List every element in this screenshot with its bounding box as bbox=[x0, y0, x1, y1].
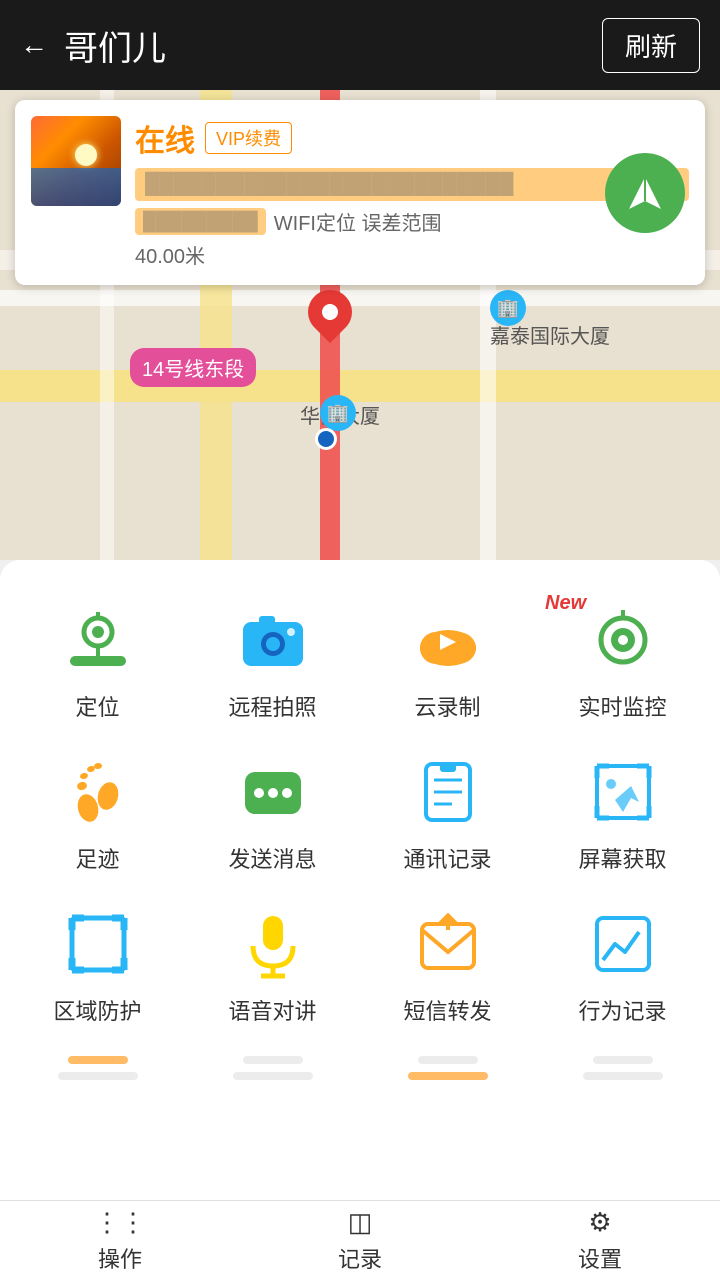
grid-item-location[interactable]: 定位 bbox=[10, 580, 185, 732]
behavior-record-icon bbox=[583, 904, 663, 984]
nav-item-record[interactable]: ◫ 记录 bbox=[240, 1207, 480, 1274]
settings-label: 设置 bbox=[578, 1242, 622, 1274]
nav-button[interactable] bbox=[605, 153, 685, 233]
back-button[interactable]: ← bbox=[20, 29, 48, 61]
nav-item-settings[interactable]: ⚙ 设置 bbox=[480, 1207, 720, 1274]
user-avatar bbox=[31, 116, 121, 206]
accuracy-label: 40.00米 bbox=[135, 240, 689, 269]
comm-record-icon bbox=[408, 752, 488, 832]
zone-protect-label: 区域防护 bbox=[53, 994, 141, 1026]
send-message-label: 发送消息 bbox=[228, 842, 316, 874]
header: ← 哥们儿 刷新 bbox=[0, 0, 720, 90]
page-title: 哥们儿 bbox=[64, 21, 602, 70]
grid-item-sms-forward[interactable]: 短信转发 bbox=[360, 884, 535, 1036]
location-label: 定位 bbox=[75, 690, 119, 722]
vip-badge[interactable]: VIP续费 bbox=[205, 122, 292, 154]
record-label: 记录 bbox=[338, 1242, 382, 1274]
sms-forward-label: 短信转发 bbox=[403, 994, 491, 1026]
record-icon: ◫ bbox=[348, 1207, 373, 1238]
wifi-label: WIFI定位 误差范围 bbox=[274, 207, 442, 236]
voice-intercom-label: 语音对讲 bbox=[228, 994, 316, 1026]
feature-grid: 定位 远程拍照 bbox=[0, 560, 720, 1056]
microphone-icon bbox=[233, 904, 313, 984]
sms-forward-icon bbox=[408, 904, 488, 984]
grid-item-screen-capture[interactable]: 屏幕获取 bbox=[535, 732, 710, 884]
grid-item-cloud-record[interactable]: 云录制 bbox=[360, 580, 535, 732]
metro-badge: 14号线东段 bbox=[130, 348, 256, 387]
behavior-record-label: 行为记录 bbox=[578, 994, 666, 1026]
operation-icon: ⋮⋮ bbox=[94, 1207, 146, 1238]
monitor-icon bbox=[583, 600, 663, 680]
bottom-nav: ⋮⋮ 操作 ◫ 记录 ⚙ 设置 bbox=[0, 1200, 720, 1280]
bottom-panel: 定位 远程拍照 bbox=[0, 560, 720, 1200]
online-status: 在线 bbox=[135, 116, 195, 160]
map-area: 民口报社 宿舍北区 北京联合大学 商务学院 人民日报社 嘉泰国际大厦 华商大厦 … bbox=[0, 90, 720, 560]
settings-icon: ⚙ bbox=[588, 1207, 611, 1238]
sub-address-bar: █████████ bbox=[135, 208, 266, 235]
footprint-icon bbox=[58, 752, 138, 832]
message-icon bbox=[233, 752, 313, 832]
operation-label: 操作 bbox=[98, 1242, 142, 1274]
footprint-label: 足迹 bbox=[75, 842, 119, 874]
grid-item-realtime-monitor[interactable]: New 实时监控 bbox=[535, 580, 710, 732]
zone-protect-icon bbox=[58, 904, 138, 984]
realtime-monitor-label: 实时监控 bbox=[578, 690, 666, 722]
new-badge-monitor: New bbox=[545, 592, 586, 615]
nav-item-operation[interactable]: ⋮⋮ 操作 bbox=[0, 1207, 240, 1274]
info-card: 在线 VIP续费 ██████████████████████████ ████… bbox=[15, 100, 705, 285]
grid-item-behavior-record[interactable]: 行为记录 bbox=[535, 884, 710, 1036]
grid-item-footprint[interactable]: 足迹 bbox=[10, 732, 185, 884]
comm-record-label: 通讯记录 bbox=[403, 842, 491, 874]
remote-photo-label: 远程拍照 bbox=[228, 690, 316, 722]
grid-item-remote-photo[interactable]: 远程拍照 bbox=[185, 580, 360, 732]
refresh-button[interactable]: 刷新 bbox=[602, 18, 700, 73]
grid-item-comm-record[interactable]: 通讯记录 bbox=[360, 732, 535, 884]
grid-item-voice-intercom[interactable]: 语音对讲 bbox=[185, 884, 360, 1036]
cloud-record-icon bbox=[408, 600, 488, 680]
screen-capture-icon bbox=[583, 752, 663, 832]
map-pin bbox=[305, 290, 355, 355]
location-icon bbox=[58, 600, 138, 680]
screen-capture-label: 屏幕获取 bbox=[578, 842, 666, 874]
cloud-record-label: 云录制 bbox=[414, 690, 480, 722]
grid-item-send-message[interactable]: 发送消息 bbox=[185, 732, 360, 884]
camera-icon bbox=[233, 600, 313, 680]
grid-item-zone-protect[interactable]: 区域防护 bbox=[10, 884, 185, 1036]
